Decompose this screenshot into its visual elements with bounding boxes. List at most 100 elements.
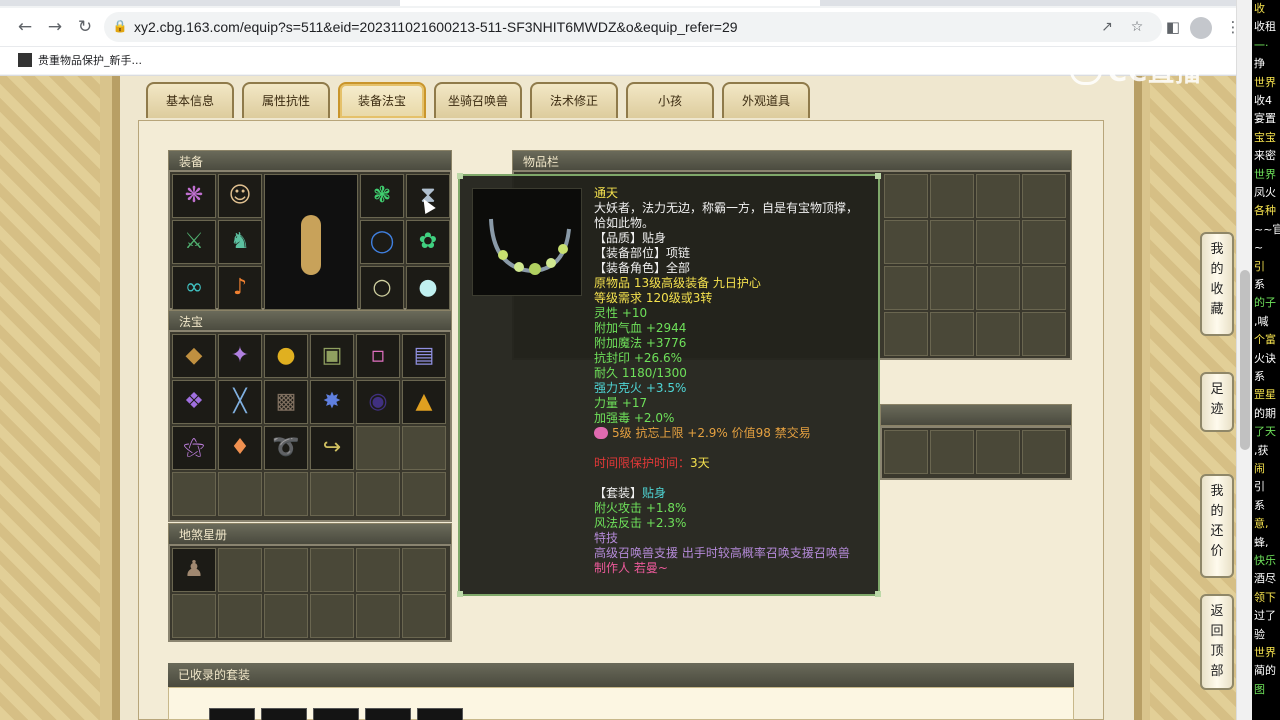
side-char: 回 bbox=[1210, 624, 1224, 639]
inventory-slot[interactable] bbox=[930, 312, 974, 356]
equip-slot-weapon[interactable]: ⚔ bbox=[172, 220, 216, 264]
suit-item[interactable] bbox=[313, 708, 359, 720]
star-book-slot-empty[interactable] bbox=[264, 548, 308, 592]
suit-item[interactable] bbox=[365, 708, 411, 720]
equip-slot-bracelet[interactable]: ○ bbox=[360, 266, 404, 310]
inventory-slot[interactable] bbox=[976, 312, 1020, 356]
address-bar[interactable]: 🔒 xy2.cbg.163.com/equip?s=511&eid=202311… bbox=[104, 12, 1162, 42]
sidebar-toggle-icon[interactable]: ◧ bbox=[1162, 16, 1184, 38]
fabao-slot[interactable]: ⚝ bbox=[172, 426, 216, 470]
fabao-slot-empty[interactable] bbox=[172, 472, 216, 516]
my-favorites-button[interactable]: 我 的 收 藏 bbox=[1200, 232, 1234, 336]
star-book-slot-empty[interactable] bbox=[310, 594, 354, 638]
fabao-slot-empty[interactable] bbox=[264, 472, 308, 516]
inventory-slot[interactable] bbox=[930, 430, 974, 474]
fabao-slot-empty[interactable] bbox=[218, 472, 262, 516]
inventory-slot[interactable] bbox=[976, 220, 1020, 264]
fabao-slot[interactable]: ● bbox=[264, 334, 308, 378]
fabao-slot[interactable]: ◆ bbox=[172, 334, 216, 378]
star-book-slot-empty[interactable] bbox=[172, 594, 216, 638]
fabao-slot-empty[interactable] bbox=[356, 472, 400, 516]
fabao-slot[interactable]: ▲ bbox=[402, 380, 446, 424]
inventory-slot[interactable] bbox=[930, 220, 974, 264]
share-icon[interactable]: ↗ bbox=[1098, 18, 1116, 36]
equip-slot-hat[interactable]: ❋ bbox=[172, 174, 216, 218]
tab-basic-info[interactable]: 基本信息 bbox=[146, 82, 234, 118]
fabao-slot[interactable]: ▤ bbox=[402, 334, 446, 378]
fabao-slot[interactable]: ✦ bbox=[218, 334, 262, 378]
star-book-slot-empty[interactable] bbox=[402, 548, 446, 592]
suit-item[interactable] bbox=[417, 708, 463, 720]
fabao-slot[interactable]: ▣ bbox=[310, 334, 354, 378]
profile-avatar[interactable] bbox=[1190, 17, 1212, 39]
star-book-slot-empty[interactable] bbox=[356, 548, 400, 592]
equip-slot-orb[interactable]: ● bbox=[406, 266, 450, 310]
fabao-slot-empty[interactable] bbox=[310, 472, 354, 516]
footprints-button[interactable]: 足 迹 bbox=[1200, 372, 1234, 432]
tab-mounts-pets[interactable]: 坐骑召唤兽 bbox=[434, 82, 522, 118]
bookmark-item[interactable]: 贵重物品保护_新手... bbox=[18, 52, 142, 68]
inventory-slot[interactable] bbox=[1022, 220, 1066, 264]
star-book-slot-empty[interactable] bbox=[218, 548, 262, 592]
equip-slot-belt[interactable]: ∞ bbox=[172, 266, 216, 310]
fabao-slot[interactable]: ↪ bbox=[310, 426, 354, 470]
tab-attributes[interactable]: 属性抗性 bbox=[242, 82, 330, 118]
inventory-slot[interactable] bbox=[884, 312, 928, 356]
star-book-slot-empty[interactable] bbox=[218, 594, 262, 638]
star-book-slot-empty[interactable] bbox=[402, 594, 446, 638]
my-offers-button[interactable]: 我 的 还 价 bbox=[1200, 474, 1234, 578]
fabao-slot[interactable]: ◉ bbox=[356, 380, 400, 424]
tab-appearance[interactable]: 外观道具 bbox=[722, 82, 810, 118]
star-book-slot[interactable]: ♟ bbox=[172, 548, 216, 592]
inventory-slot[interactable] bbox=[1022, 430, 1066, 474]
fabao-slot[interactable]: ╳ bbox=[218, 380, 262, 424]
bookmark-star-icon[interactable]: ☆ bbox=[1128, 18, 1146, 36]
inventory-slot[interactable] bbox=[1022, 174, 1066, 218]
inventory-slot[interactable] bbox=[930, 266, 974, 310]
fabao-slot[interactable]: ▩ bbox=[264, 380, 308, 424]
equip-slot-ring[interactable]: ◯ bbox=[360, 220, 404, 264]
inventory-slot[interactable] bbox=[1022, 266, 1066, 310]
inventory-slot[interactable] bbox=[976, 430, 1020, 474]
tab-spell-modifiers[interactable]: 法术修正 bbox=[530, 82, 618, 118]
suit-item[interactable] bbox=[261, 708, 307, 720]
item-name: 通天 bbox=[594, 186, 619, 200]
url-text[interactable]: xy2.cbg.163.com/equip?s=511&eid=20231102… bbox=[134, 19, 738, 35]
inventory-slot[interactable] bbox=[884, 266, 928, 310]
fabao-slot-empty[interactable] bbox=[402, 472, 446, 516]
equip-slot-boots[interactable]: ♪ bbox=[218, 266, 262, 310]
back-to-top-button[interactable]: 返 回 顶 部 bbox=[1200, 594, 1234, 690]
equip-slot-pendant[interactable]: ✿ bbox=[406, 220, 450, 264]
inventory-slot[interactable] bbox=[976, 266, 1020, 310]
tab-children[interactable]: 小孩 bbox=[626, 82, 714, 118]
fabao-slot-empty[interactable] bbox=[356, 426, 400, 470]
bookmark-label[interactable]: 贵重物品保护_新手... bbox=[38, 54, 142, 67]
fabao-slot[interactable]: ♦ bbox=[218, 426, 262, 470]
fabao-slot-empty[interactable] bbox=[402, 426, 446, 470]
scrollbar-thumb[interactable] bbox=[1240, 270, 1250, 450]
inventory-slot[interactable] bbox=[976, 174, 1020, 218]
forward-icon[interactable]: → bbox=[44, 16, 66, 38]
tab-equipment[interactable]: 装备法宝 bbox=[338, 82, 426, 118]
fabao-slot[interactable]: ➰ bbox=[264, 426, 308, 470]
inventory-slot[interactable] bbox=[884, 430, 928, 474]
browser-tab-active[interactable] bbox=[400, 0, 820, 6]
inventory-slot[interactable] bbox=[884, 220, 928, 264]
fabao-slot[interactable]: ❖ bbox=[172, 380, 216, 424]
star-book-slot-empty[interactable] bbox=[264, 594, 308, 638]
reload-icon[interactable]: ↻ bbox=[74, 16, 96, 38]
inventory-slot[interactable] bbox=[884, 174, 928, 218]
page-scrollbar[interactable] bbox=[1236, 0, 1252, 720]
equip-slot-helmet[interactable]: ☺ bbox=[218, 174, 262, 218]
inventory-slot[interactable] bbox=[1022, 312, 1066, 356]
suit-item[interactable] bbox=[209, 708, 255, 720]
fabao-slot[interactable]: ✸ bbox=[310, 380, 354, 424]
inventory-slot[interactable] bbox=[930, 174, 974, 218]
star-book-slot-empty[interactable] bbox=[310, 548, 354, 592]
star-book-slot-empty[interactable] bbox=[356, 594, 400, 638]
lock-icon[interactable]: 🔒 bbox=[112, 18, 128, 34]
equip-slot-mask[interactable]: ❃ bbox=[360, 174, 404, 218]
back-icon[interactable]: ← bbox=[14, 16, 36, 38]
equip-slot-armor[interactable]: ♞ bbox=[218, 220, 262, 264]
fabao-slot[interactable]: ▫ bbox=[356, 334, 400, 378]
